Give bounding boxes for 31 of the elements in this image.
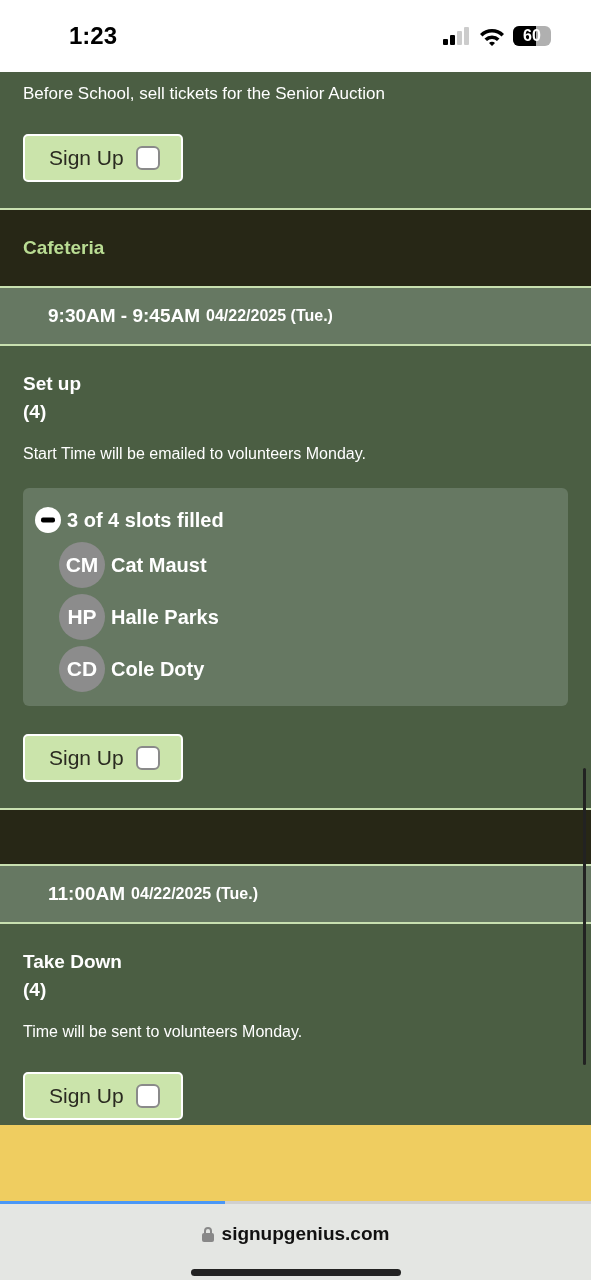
volunteer-name: Cole Doty: [111, 657, 205, 682]
task-count: (4): [23, 400, 48, 424]
checkbox[interactable]: [135, 146, 160, 170]
task-count: (4): [23, 978, 48, 1002]
wifi-icon: [479, 26, 505, 46]
task-note: Time will be sent to volunteers Monday.: [23, 1022, 304, 1042]
task-title: Take Down: [23, 950, 123, 974]
description-text: Before School, sell tickets for the Senior Auction: [22, 83, 386, 105]
category-title: Cafeteria: [23, 235, 105, 260]
sign-up-button[interactable]: Sign Up: [23, 134, 183, 182]
collapse-icon[interactable]: [35, 507, 61, 533]
task-note: Start Time will be emailed to volunteers Monday.: [23, 444, 367, 464]
lock-icon: [201, 1226, 214, 1243]
volunteer-name: Cat Maust: [111, 553, 207, 578]
slots-summary: 3 of 4 slots filled: [67, 508, 224, 533]
time-range: 9:30AM - 9:45AM: [48, 303, 201, 328]
task-title: Set up: [23, 372, 83, 396]
avatar: CM: [59, 542, 105, 588]
url-text[interactable]: signupgenius.com: [221, 1220, 390, 1249]
date-text: 04/22/2025 (Tue.): [131, 884, 258, 904]
avatar: HP: [59, 594, 105, 640]
checkbox[interactable]: [135, 746, 160, 770]
checkbox[interactable]: [135, 1084, 160, 1108]
clock-time: 1:23: [69, 21, 118, 51]
sign-up-button[interactable]: Sign Up: [23, 1072, 183, 1120]
sign-up-button[interactable]: Sign Up: [23, 734, 183, 782]
date-text: 04/22/2025 (Tue.): [206, 306, 333, 326]
avatar: CD: [59, 646, 105, 692]
time-range: 11:00AM: [48, 881, 126, 906]
signal-icon: [443, 27, 471, 45]
volunteer-name: Halle Parks: [111, 605, 219, 630]
